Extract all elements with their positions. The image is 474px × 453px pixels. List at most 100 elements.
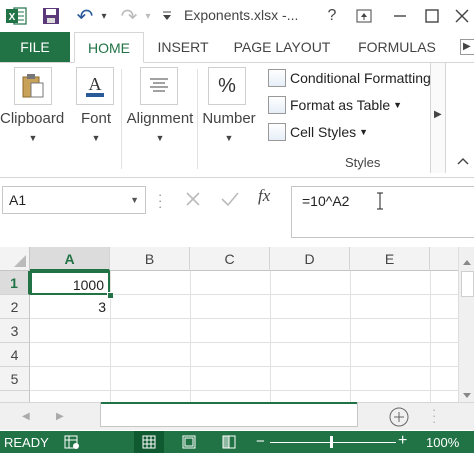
tab-scroll-right-icon[interactable]: ▶ — [460, 39, 474, 55]
number-group[interactable]: % Number ▼ — [200, 63, 258, 177]
conditional-formatting-label: Conditional Formatting — [290, 70, 431, 86]
page-break-view-icon[interactable] — [222, 435, 236, 452]
insert-function-icon[interactable]: fx — [258, 186, 270, 206]
chevron-down-icon: ▼ — [130, 195, 139, 205]
conditional-formatting-button[interactable]: Conditional Formatting — [268, 67, 431, 89]
chevron-down-icon: ▼ — [155, 133, 165, 143]
tab-insert[interactable]: INSERT — [150, 32, 216, 62]
chevron-down-icon: ▼ — [359, 127, 369, 137]
column-header-b[interactable]: B — [110, 247, 190, 271]
normal-view-button[interactable] — [134, 431, 164, 453]
vertical-scroll-thumb[interactable] — [461, 271, 474, 297]
alignment-label: Alignment — [126, 110, 194, 127]
enter-check-icon[interactable] — [220, 190, 240, 213]
tab-file[interactable]: FILE — [0, 32, 70, 62]
ribbon-tab-bar: FILE HOME INSERT PAGE LAYOUT FORMULAS ▶ — [0, 32, 474, 63]
undo-dropdown-icon[interactable]: ▾ — [98, 6, 110, 26]
page-layout-view-icon[interactable] — [182, 435, 196, 452]
scroll-up-icon[interactable] — [462, 253, 472, 271]
sheet-tab-bar: ◀ ▶ · · · — [0, 402, 474, 430]
excel-logo-icon[interactable]: X — [4, 6, 28, 26]
clipboard-group[interactable]: Clipboard ▼ — [0, 63, 66, 177]
name-box-resize-handle[interactable]: · · · — [158, 188, 162, 213]
chevron-down-icon: ▼ — [393, 100, 403, 110]
zoom-out-button[interactable]: − — [256, 433, 265, 450]
table-icon — [268, 96, 286, 114]
macro-record-icon[interactable] — [64, 434, 80, 453]
format-as-table-label: Format as Table — [290, 97, 391, 113]
formula-buttons: fx — [176, 186, 286, 214]
vertical-scrollbar[interactable] — [458, 247, 474, 402]
row-header-6[interactable] — [0, 391, 30, 402]
save-icon[interactable] — [40, 6, 62, 26]
zoom-slider-track[interactable] — [270, 442, 396, 443]
text-cursor-icon — [376, 191, 384, 214]
redo-dropdown-icon[interactable]: ▾ — [142, 6, 154, 26]
paste-icon — [14, 67, 52, 105]
clipboard-label: Clipboard — [0, 110, 65, 127]
worksheet-grid[interactable]: A B C D E 1 2 3 4 5 1000 3 — [0, 247, 458, 402]
formula-bar: A1 ▼ · · · fx =10^A2 — [0, 178, 474, 238]
row-header-5[interactable]: 5 — [0, 367, 30, 391]
column-header-e[interactable]: E — [350, 247, 430, 271]
zoom-slider-thumb[interactable] — [330, 436, 333, 448]
format-as-table-button[interactable]: Format as Table ▼ — [268, 94, 402, 116]
column-header-d[interactable]: D — [270, 247, 350, 271]
tab-home[interactable]: HOME — [74, 32, 144, 63]
column-header-f[interactable] — [430, 247, 458, 271]
select-all-corner[interactable] — [0, 247, 30, 271]
font-label: Font — [80, 110, 111, 127]
redo-icon[interactable]: ↷ — [118, 6, 140, 28]
formula-input[interactable]: =10^A2 — [291, 186, 474, 238]
cell-styles-button[interactable]: Cell Styles ▼ — [268, 121, 368, 143]
minimize-icon[interactable] — [388, 4, 412, 28]
column-header-a[interactable]: A — [30, 247, 110, 271]
cell-styles-label: Cell Styles — [290, 124, 357, 140]
cell-a2[interactable]: 3 — [30, 295, 110, 319]
ribbon-scroll-right[interactable]: ▶ — [430, 63, 446, 173]
formula-text: =10^A2 — [302, 193, 350, 209]
conditional-formatting-icon — [268, 69, 286, 87]
column-header-c[interactable]: C — [190, 247, 270, 271]
new-sheet-icon[interactable] — [388, 406, 410, 433]
cell-a1[interactable]: 1000 — [30, 271, 110, 295]
close-icon[interactable] — [450, 4, 474, 28]
customize-qat-icon[interactable] — [160, 6, 174, 26]
chevron-down-icon: ▼ — [91, 133, 101, 143]
title-bar: X ↶ ▾ ↷ ▾ Exponents.xlsx -... ? — [0, 0, 474, 32]
tab-page-layout[interactable]: PAGE LAYOUT — [226, 32, 338, 62]
svg-text:X: X — [9, 12, 16, 23]
svg-text:A: A — [89, 74, 102, 94]
zoom-level[interactable]: 100% — [426, 435, 459, 450]
cancel-icon[interactable] — [184, 190, 202, 213]
row-header-1[interactable]: 1 — [0, 271, 30, 295]
sheet-tab-active[interactable] — [100, 402, 358, 427]
ribbon-divider — [197, 69, 198, 169]
window-title: Exponents.xlsx -... — [184, 7, 299, 23]
styles-group-label: Styles — [345, 155, 381, 170]
zoom-in-button[interactable]: + — [398, 432, 407, 450]
ribbon-divider — [121, 69, 122, 169]
name-box[interactable]: A1 ▼ — [2, 186, 146, 214]
row-header-2[interactable]: 2 — [0, 295, 30, 319]
chevron-down-icon: ▼ — [28, 133, 38, 143]
collapse-ribbon-icon[interactable] — [456, 153, 470, 171]
ribbon-display-options-icon[interactable] — [352, 4, 376, 28]
alignment-group[interactable]: Alignment ▼ — [124, 63, 196, 177]
sheet-scroll-left-icon[interactable]: ◀ — [22, 411, 30, 422]
row-header-4[interactable]: 4 — [0, 343, 30, 367]
status-bar: READY − + 100% — [0, 431, 474, 453]
font-group[interactable]: A Font ▼ — [72, 63, 120, 177]
sheet-scroll-right-icon[interactable]: ▶ — [56, 411, 64, 422]
undo-icon[interactable]: ↶ — [74, 6, 96, 28]
ribbon-home: Clipboard ▼ A Font ▼ Alignment ▼ % Numbe… — [0, 63, 474, 178]
name-box-value: A1 — [9, 192, 27, 208]
chevron-right-icon: ▶ — [434, 109, 442, 120]
number-label: Number — [202, 110, 256, 127]
maximize-icon[interactable] — [420, 4, 444, 28]
tab-formulas[interactable]: FORMULAS — [350, 32, 444, 62]
row-header-3[interactable]: 3 — [0, 319, 30, 343]
help-button[interactable]: ? — [320, 4, 344, 28]
cell-styles-icon — [268, 123, 286, 141]
sheet-bar-resize-handle[interactable]: · · · — [432, 403, 436, 428]
